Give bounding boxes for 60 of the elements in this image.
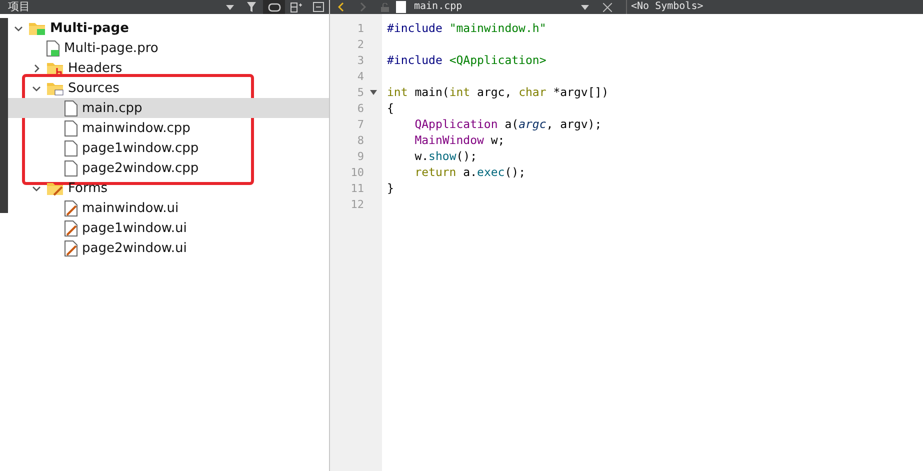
- tree-item[interactable]: page1window.cpp: [8, 138, 329, 158]
- line-number: 5: [357, 86, 364, 98]
- line-number: 4: [357, 70, 364, 82]
- fold-icon[interactable]: [370, 90, 376, 94]
- line-number: 6: [357, 102, 364, 114]
- tree-item[interactable]: Multi-page.pro: [8, 38, 329, 58]
- file-icon: [64, 120, 78, 136]
- folder-icon: [46, 80, 64, 96]
- file-name[interactable]: main.cpp: [414, 0, 574, 14]
- file-icon: [64, 140, 78, 156]
- form-file-icon: [64, 200, 78, 216]
- caret-icon[interactable]: [226, 4, 234, 10]
- tree-item[interactable]: Headers: [8, 58, 329, 78]
- code-line: int main(int argc, char *argv[]): [387, 84, 609, 100]
- code-line: {: [387, 100, 395, 116]
- line-number: 10: [350, 166, 364, 178]
- folder-icon: [46, 180, 64, 196]
- tree-item[interactable]: page2window.ui: [8, 238, 329, 258]
- tree-item[interactable]: mainwindow.cpp: [8, 118, 329, 138]
- collapse-icon[interactable]: [14, 24, 22, 32]
- close-icon[interactable]: [602, 2, 612, 12]
- form-file-icon: [64, 240, 78, 256]
- code-line: return a.exec();: [414, 164, 527, 180]
- back-icon[interactable]: [338, 2, 344, 12]
- code-line: #include "mainwindow.h": [387, 20, 548, 36]
- line-number: 2: [357, 38, 364, 50]
- line-number: 1: [357, 22, 364, 34]
- tree-item[interactable]: mainwindow.ui: [8, 198, 329, 218]
- split-icon[interactable]: [290, 2, 302, 12]
- line-number: 12: [350, 198, 364, 210]
- code-line: MainWindow w;: [414, 132, 506, 148]
- line-number: 11: [350, 182, 364, 194]
- filter-icon[interactable]: [246, 2, 258, 12]
- tree-item[interactable]: page2window.cpp: [8, 158, 329, 178]
- caret-icon[interactable]: [581, 4, 589, 10]
- code-line: QApplication a(argc, argv);: [414, 116, 603, 132]
- expand-icon[interactable]: [32, 64, 40, 72]
- form-file-icon: [64, 220, 78, 236]
- line-number: 7: [357, 118, 364, 130]
- close-pane-icon[interactable]: [312, 2, 324, 12]
- collapse-icon[interactable]: [32, 84, 40, 92]
- code-line: }: [387, 180, 395, 196]
- link-icon[interactable]: [268, 2, 280, 12]
- project-file-icon: [46, 40, 60, 56]
- tree-item[interactable]: main.cpp: [8, 98, 329, 118]
- line-number: 8: [357, 134, 364, 146]
- tree-item[interactable]: Multi-page: [8, 18, 329, 38]
- file-icon: [64, 100, 78, 116]
- tree-item[interactable]: page1window.ui: [8, 218, 329, 238]
- folder-icon: [28, 20, 46, 36]
- code-line: w.show();: [414, 148, 478, 164]
- code-line: #include <QApplication>: [387, 52, 548, 68]
- folder-icon: [46, 60, 64, 76]
- file-icon: [64, 160, 78, 176]
- tree-item[interactable]: Forms: [8, 178, 329, 198]
- pane-title: 项目: [7, 0, 31, 14]
- line-number: 3: [357, 54, 364, 66]
- collapse-icon[interactable]: [32, 184, 40, 192]
- line-number: 9: [357, 150, 364, 162]
- tree-item[interactable]: Sources: [8, 78, 329, 98]
